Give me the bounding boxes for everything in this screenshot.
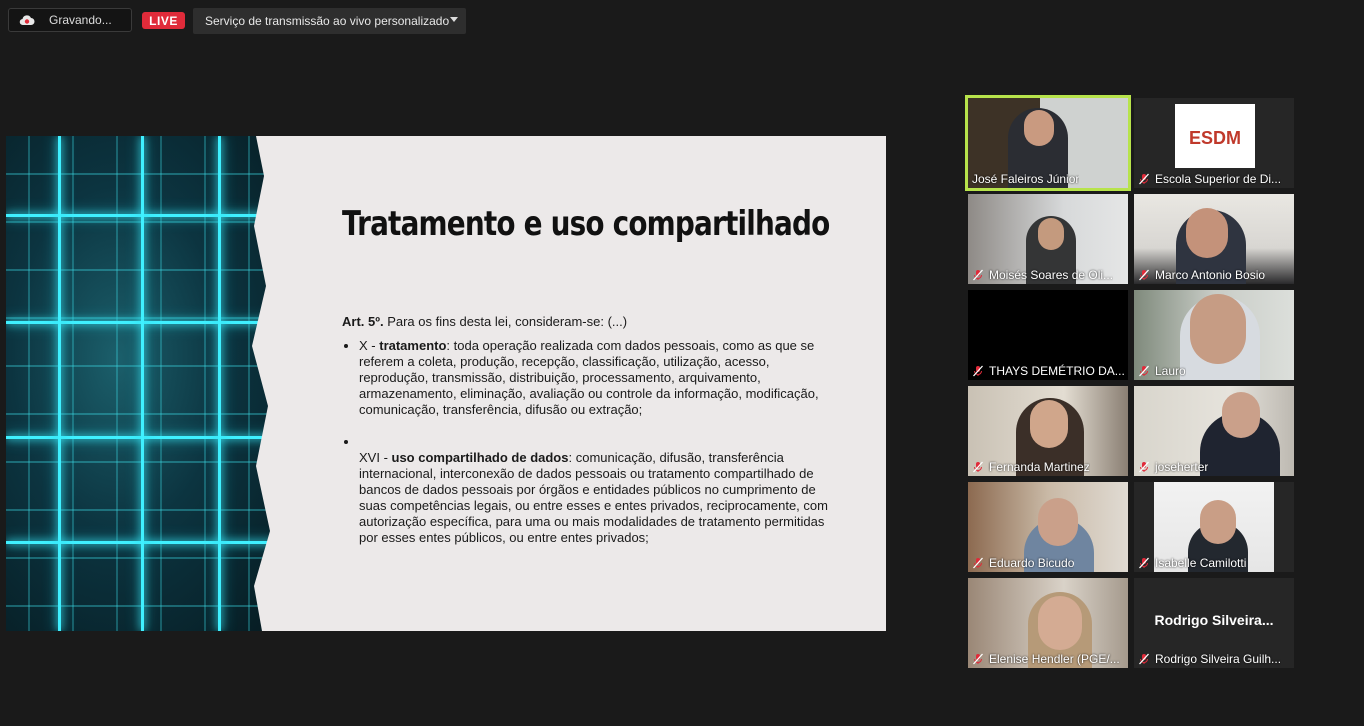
slide-lead: Art. 5º. Para os fins desta lei, conside… — [342, 314, 832, 330]
cloud-recording-icon — [19, 15, 35, 26]
participant-tile[interactable]: joseherter — [1134, 386, 1294, 476]
participant-tile[interactable]: Lauro — [1134, 290, 1294, 380]
participant-name: Isabelle Camilotti — [1138, 556, 1246, 570]
muted-mic-icon — [1139, 461, 1149, 473]
participant-name: Lauro — [1138, 364, 1186, 378]
participant-tile[interactable]: THAYS DEMÉTRIO DA... — [968, 290, 1128, 380]
slide-bullet: X - tratamento: toda operação realizada … — [359, 338, 832, 418]
participant-name: Elenise Hendler (PGE/... — [972, 652, 1120, 666]
shared-screen-slide: Tratamento e uso compartilhado Art. 5º. … — [6, 136, 886, 631]
participant-tile[interactable]: Rodrigo Silveira... Rodrigo Silveira Gui… — [1134, 578, 1294, 668]
muted-mic-icon — [973, 269, 983, 281]
participant-name: Eduardo Bicudo — [972, 556, 1074, 570]
muted-mic-icon — [973, 461, 983, 473]
participant-name: joseherter — [1138, 460, 1208, 474]
participant-name: Fernanda Martinez — [972, 460, 1090, 474]
participant-tile[interactable]: Isabelle Camilotti — [1134, 482, 1294, 572]
participant-tile[interactable]: Eduardo Bicudo — [968, 482, 1128, 572]
slide-bullet: XVI - uso compartilhado de dados: comuni… — [359, 434, 832, 546]
participant-tile[interactable]: Elenise Hendler (PGE/... — [968, 578, 1128, 668]
participant-name: Rodrigo Silveira Guilh... — [1138, 652, 1281, 666]
esdm-logo: ESDM — [1175, 104, 1255, 168]
live-badge[interactable]: LIVE — [142, 12, 185, 29]
participant-name: THAYS DEMÉTRIO DA... — [972, 364, 1124, 378]
slide-title: Tratamento e uso compartilhado — [342, 204, 830, 244]
recording-indicator[interactable]: Gravando... — [8, 8, 132, 32]
muted-mic-icon — [973, 365, 983, 377]
muted-mic-icon — [1139, 653, 1149, 665]
participant-display-name: Rodrigo Silveira... — [1154, 612, 1274, 628]
stream-service-dropdown[interactable]: Serviço de transmissão ao vivo personali… — [193, 8, 466, 34]
participant-name: José Faleiros Júnior — [972, 172, 1080, 186]
muted-mic-icon — [1139, 269, 1149, 281]
muted-mic-icon — [1139, 365, 1149, 377]
muted-mic-icon — [1139, 173, 1149, 185]
participant-name: Marco Antonio Bosio — [1138, 268, 1265, 282]
lead-bold: Art. 5º. — [342, 314, 384, 329]
muted-mic-icon — [1139, 557, 1149, 569]
participant-name: Moisés Soares de Oli... — [972, 268, 1113, 282]
participant-tile[interactable]: Moisés Soares de Oli... — [968, 194, 1128, 284]
lead-text: Para os fins desta lei, consideram-se: (… — [383, 314, 628, 329]
participant-tile[interactable]: Marco Antonio Bosio — [1134, 194, 1294, 284]
participant-tile[interactable]: José Faleiros Júnior — [965, 95, 1131, 191]
muted-mic-icon — [973, 653, 983, 665]
recording-label: Gravando... — [49, 13, 112, 27]
participant-name: Escola Superior de Di... — [1138, 172, 1281, 186]
slide-body: Art. 5º. Para os fins desta lei, conside… — [342, 314, 832, 562]
chevron-down-icon — [450, 17, 458, 22]
muted-mic-icon — [973, 557, 983, 569]
participant-tile[interactable]: ESDM Escola Superior de Di... — [1134, 98, 1294, 188]
slide-decorative-image — [6, 136, 292, 631]
participant-tile[interactable]: Fernanda Martinez — [968, 386, 1128, 476]
stream-service-label: Serviço de transmissão ao vivo personali… — [205, 14, 450, 28]
